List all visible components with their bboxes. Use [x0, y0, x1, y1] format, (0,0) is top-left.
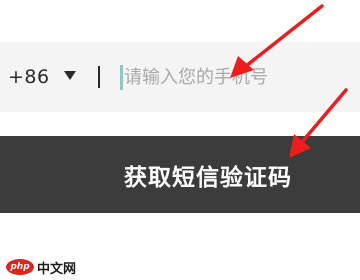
country-code-label[interactable]: +86	[8, 42, 50, 112]
divider	[98, 66, 100, 88]
phone-number-input[interactable]	[118, 56, 350, 98]
watermark-text: 中文网	[37, 261, 77, 277]
chevron-down-icon[interactable]	[64, 71, 76, 80]
get-sms-code-button[interactable]: 获取短信验证码	[0, 136, 360, 213]
phone-input-row: +86	[0, 42, 360, 112]
php-logo-badge: php	[6, 259, 34, 275]
watermark-logo: php 中文网	[6, 258, 77, 277]
text-cursor	[120, 65, 123, 90]
